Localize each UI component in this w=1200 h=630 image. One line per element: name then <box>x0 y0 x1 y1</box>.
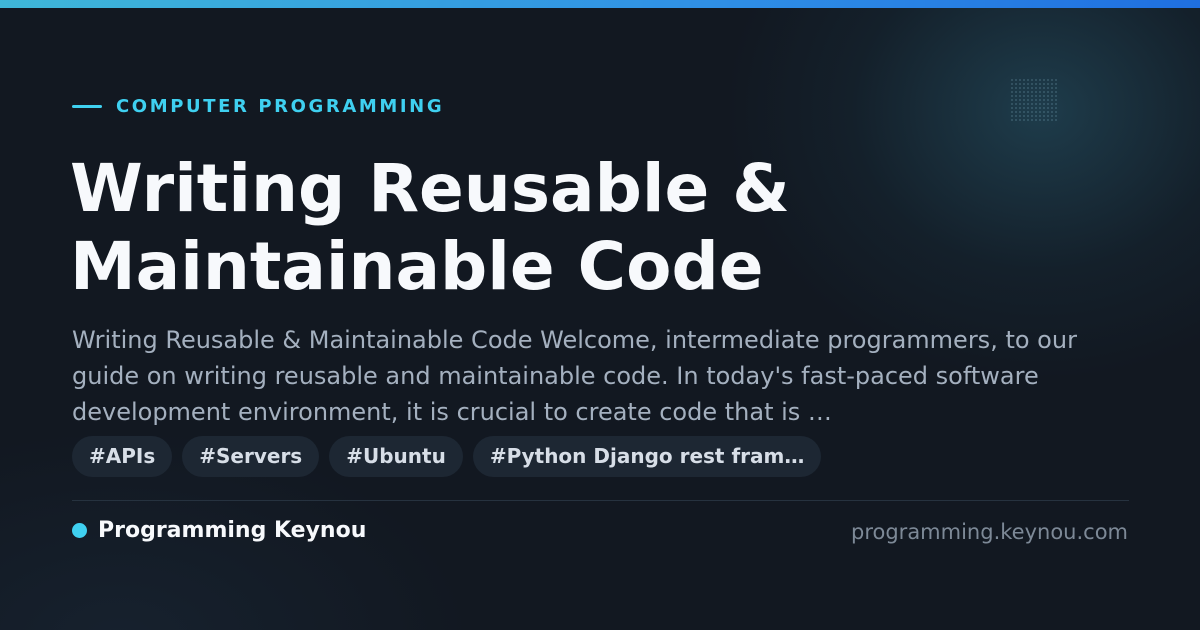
category-label: COMPUTER PROGRAMMING <box>72 96 444 117</box>
page-title: Writing Reusable & Maintainable Code <box>70 150 1130 306</box>
brand-name: Programming Keynou <box>98 518 367 543</box>
description: Writing Reusable & Maintainable Code Wel… <box>72 326 1077 426</box>
tag-python-django[interactable]: #Python Django rest fram… <box>472 436 822 477</box>
tag-servers[interactable]: #Servers <box>182 436 320 477</box>
brand[interactable]: Programming Keynou <box>72 518 366 543</box>
tag-apis[interactable]: #APIs <box>72 436 173 477</box>
title-line-1: Writing Reusable & <box>70 150 790 227</box>
title-line-2: Maintainable Code <box>70 228 764 305</box>
divider <box>72 500 1129 501</box>
site-domain[interactable]: programming.keynou.com <box>851 520 1128 544</box>
category-dash-icon <box>72 105 102 108</box>
tag-ubuntu[interactable]: #Ubuntu <box>329 436 463 477</box>
dot-pattern <box>1010 78 1058 122</box>
category-text: COMPUTER PROGRAMMING <box>116 96 445 117</box>
tag-list: #APIs #Servers #Ubuntu #Python Django re… <box>72 436 822 477</box>
top-accent-bar <box>0 0 1200 8</box>
brand-dot-icon <box>72 523 87 538</box>
